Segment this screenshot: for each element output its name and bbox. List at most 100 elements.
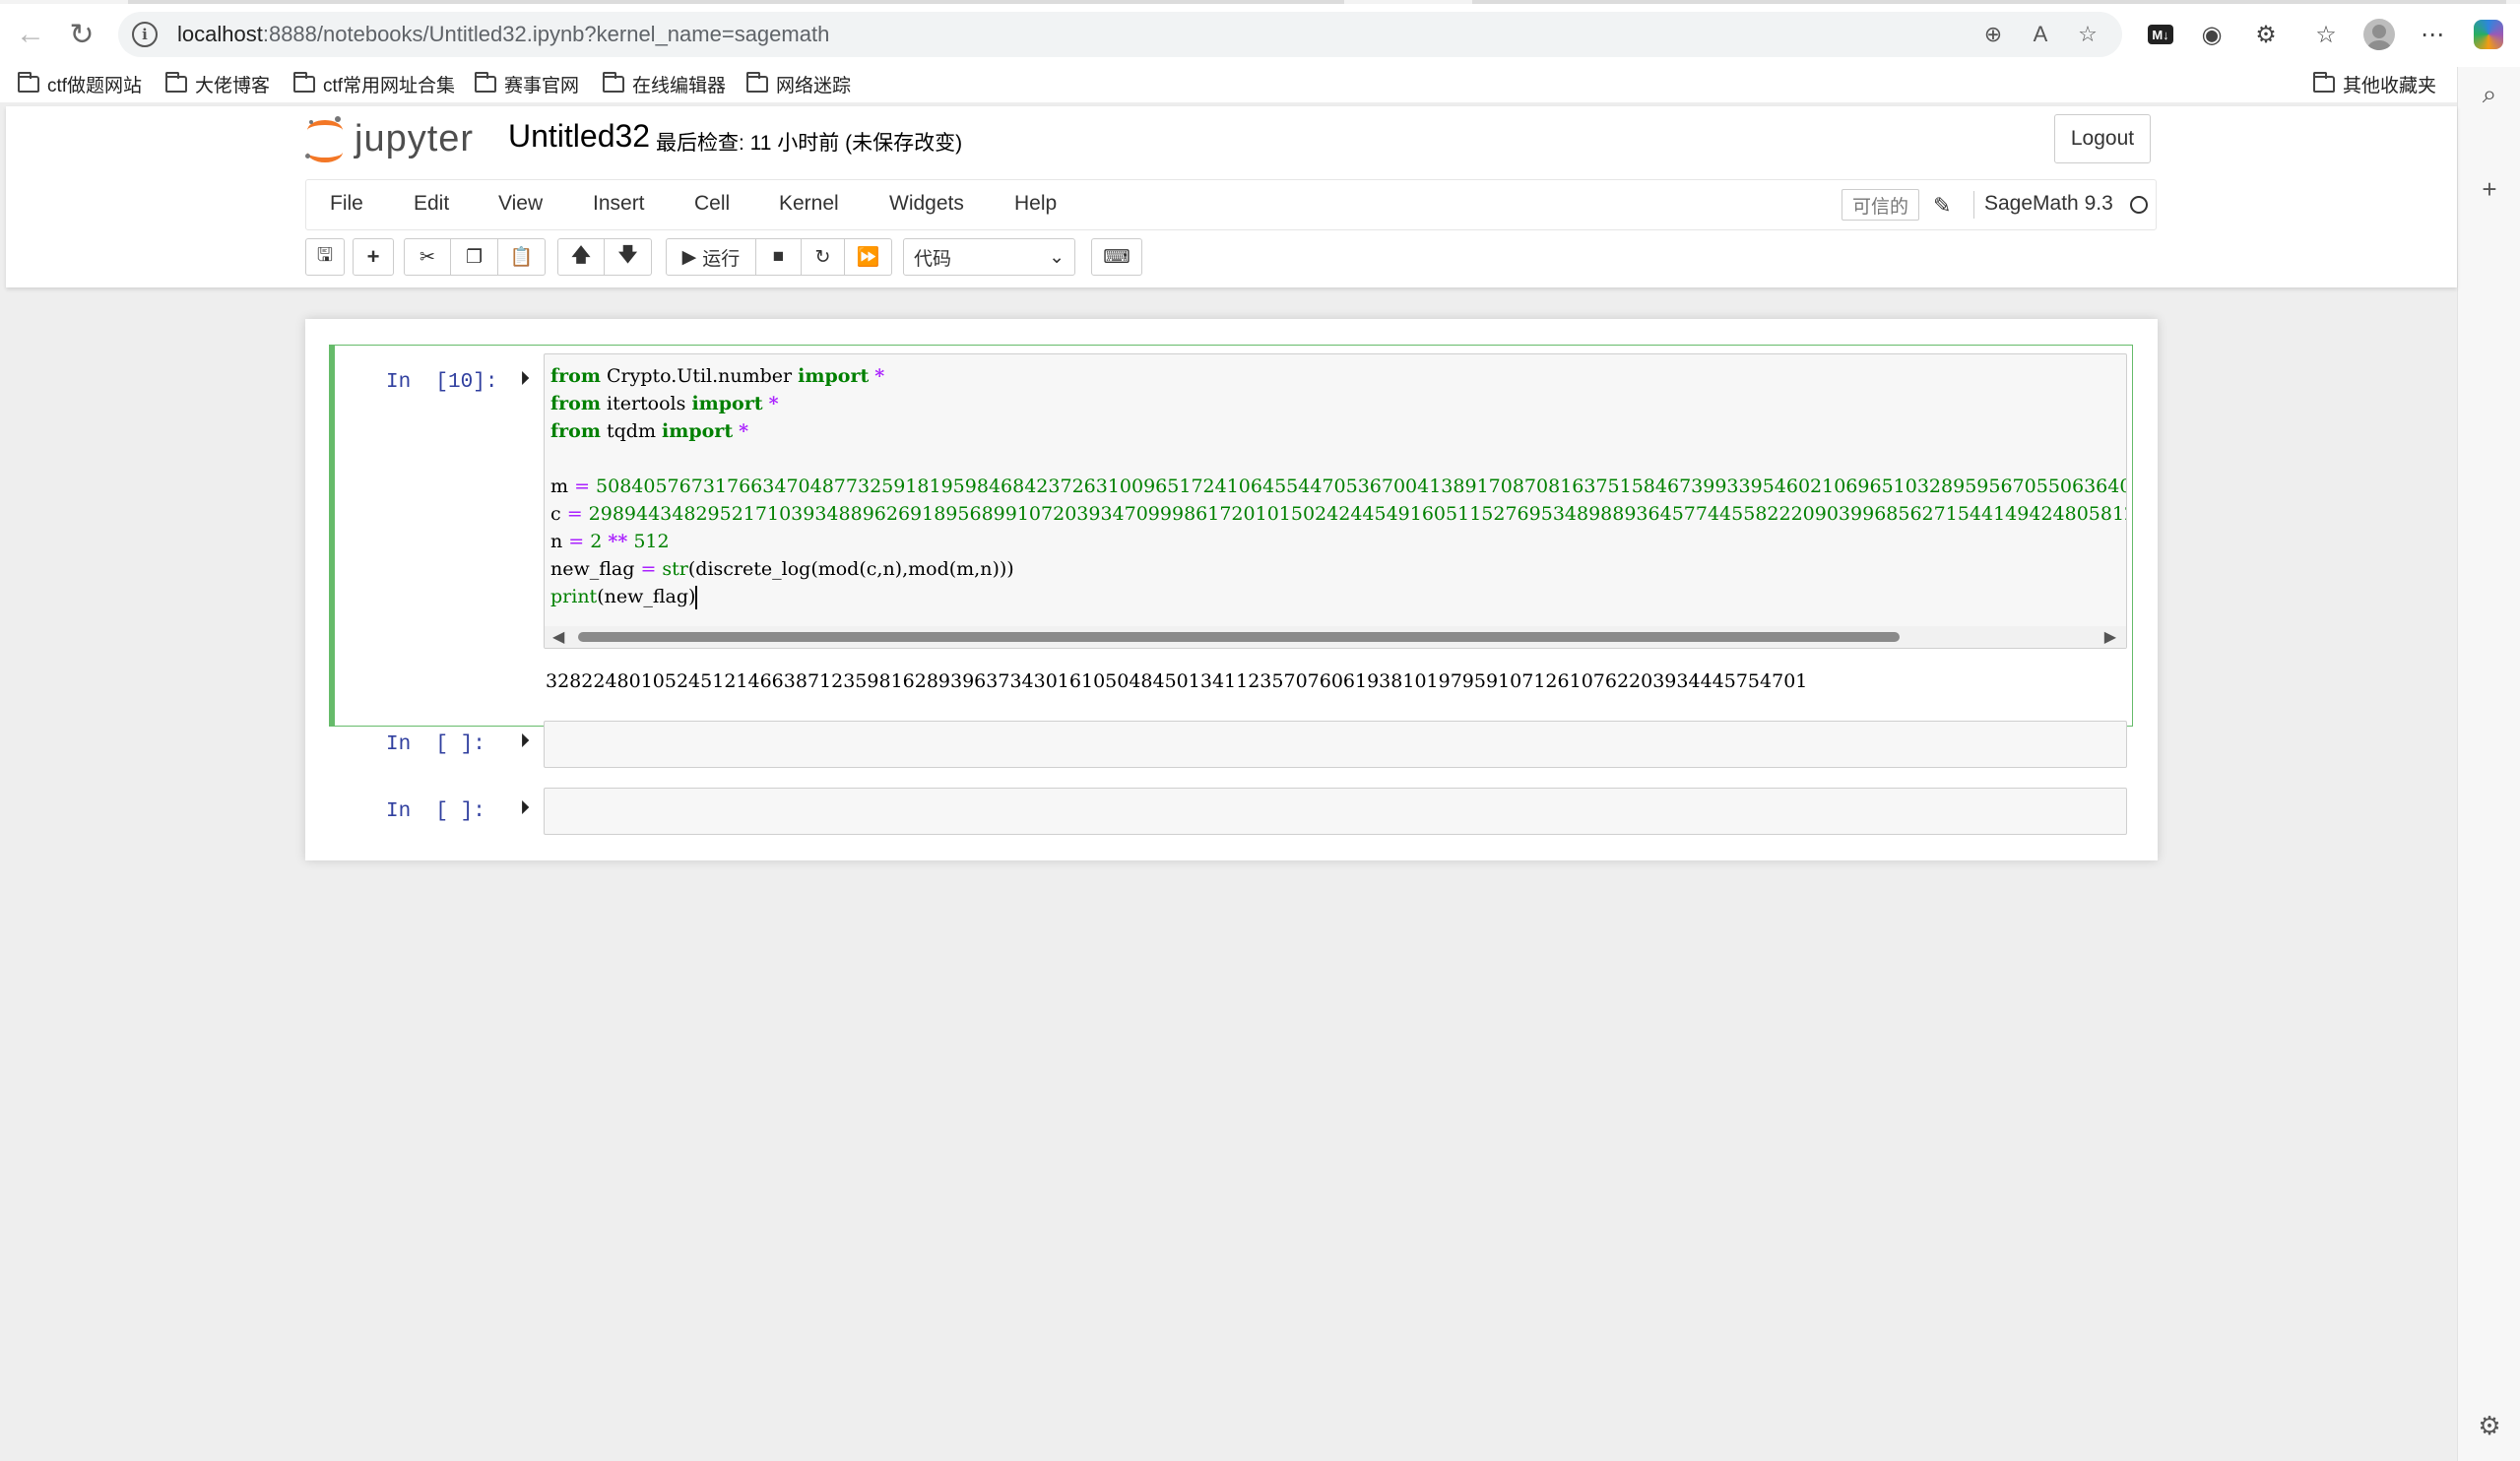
move-down-button[interactable]: 🡇 xyxy=(605,238,652,276)
menu-file[interactable]: File xyxy=(330,192,363,216)
address-bar[interactable]: i localhost:8888/notebooks/Untitled32.ip… xyxy=(118,12,2122,57)
code-cell[interactable]: In [ ]: ⏵ xyxy=(329,707,2133,772)
scrollbar-thumb[interactable] xyxy=(578,632,1900,642)
trusted-indicator[interactable]: 可信的 xyxy=(1842,189,1920,221)
run-button[interactable]: ▶ 运行 xyxy=(666,238,756,276)
insert-cell-button[interactable]: + xyxy=(353,238,394,276)
copy-button[interactable]: ❐ xyxy=(451,238,498,276)
cell-type-value: 代码 xyxy=(914,248,952,270)
search-icon[interactable]: ⌕ xyxy=(2476,79,2503,108)
arrow-up-icon: 🡅 xyxy=(571,245,591,266)
text-cursor xyxy=(695,586,698,609)
save-button[interactable]: 🖫 xyxy=(305,238,345,276)
kernel-name[interactable]: SageMath 9.3 xyxy=(1984,192,2113,216)
code-editor[interactable] xyxy=(544,721,2127,768)
code-cell[interactable]: In [10]: ⏵ from Crypto.Util.number impor… xyxy=(329,345,2133,727)
folder-icon xyxy=(165,72,187,93)
bookmark-folder[interactable]: 大佬博客 xyxy=(165,71,270,97)
code-cell[interactable]: In [ ]: ⏵ xyxy=(329,774,2133,839)
code-line: print(new_flag) xyxy=(550,586,698,609)
stop-icon: ■ xyxy=(772,246,785,267)
cell-prompt: In [ ]: xyxy=(386,733,485,756)
pencil-icon[interactable]: ✎ xyxy=(1933,193,1951,219)
code-editor[interactable]: from Crypto.Util.number import * from it… xyxy=(544,353,2127,649)
cell-prompt: In [ ]: xyxy=(386,800,485,823)
fast-forward-icon: ⏩ xyxy=(856,247,880,268)
favorites-icon[interactable]: ☆ xyxy=(2308,17,2344,52)
kernel-idle-indicator-icon xyxy=(2130,196,2148,214)
folder-icon xyxy=(18,72,39,93)
notebook-title[interactable]: Untitled32 xyxy=(508,118,650,155)
favorite-star-icon[interactable]: ☆ xyxy=(2073,20,2102,49)
run-cell-icon[interactable]: ⏵ xyxy=(520,730,530,753)
zoom-icon[interactable]: ⊕ xyxy=(1978,20,2008,49)
scroll-right-arrow-icon[interactable]: ▶ xyxy=(2104,627,2116,647)
cell-output: 3282248010524512146638712359816289396373… xyxy=(546,670,1808,692)
folder-icon xyxy=(603,72,624,93)
copilot-icon[interactable] xyxy=(2474,20,2503,49)
cut-button[interactable]: ✂ xyxy=(404,238,451,276)
kernel-divider xyxy=(1973,191,1974,219)
code-line: n = 2 ** 512 xyxy=(550,531,670,552)
extension-circle-icon[interactable]: ◉ xyxy=(2194,17,2229,52)
menu-edit[interactable]: Edit xyxy=(414,192,449,216)
folder-icon xyxy=(2313,72,2335,93)
arrow-down-icon: 🡇 xyxy=(617,245,638,266)
paste-button[interactable]: 📋 xyxy=(498,238,546,276)
run-cell-icon[interactable]: ⏵ xyxy=(520,797,530,820)
code-line: from itertools import * xyxy=(550,393,779,414)
back-arrow-icon[interactable]: ← xyxy=(14,18,47,51)
folder-icon xyxy=(746,72,768,93)
menu-widgets[interactable]: Widgets xyxy=(889,192,964,216)
scroll-left-arrow-icon[interactable]: ◀ xyxy=(552,627,564,647)
command-palette-button[interactable]: ⌨ xyxy=(1091,238,1142,276)
logout-button[interactable]: Logout xyxy=(2054,114,2151,163)
restart-run-all-button[interactable]: ⏩ xyxy=(845,238,892,276)
code-line: from tqdm import * xyxy=(550,420,749,442)
code-line: from Crypto.Util.number import * xyxy=(550,365,885,387)
code-text[interactable]: from Crypto.Util.number import * from it… xyxy=(550,362,2127,610)
read-aloud-icon[interactable]: A xyxy=(2026,20,2055,49)
tab-strip xyxy=(0,0,2520,4)
checkpoint-status: 最后检查: 11 小时前 (未保存改变) xyxy=(656,132,963,155)
bookmarks-bar: ctf做题网站 大佬博客 ctf常用网址合集 赛事官网 在线编辑器 网络迷踪 其… xyxy=(0,67,2462,102)
folder-icon xyxy=(293,72,315,93)
bookmark-folder[interactable]: 网络迷踪 xyxy=(746,71,851,97)
play-icon: ▶ xyxy=(681,246,697,268)
chevron-down-icon: ⌄ xyxy=(1049,246,1065,268)
code-editor[interactable] xyxy=(544,788,2127,835)
settings-gear-icon[interactable]: ⚙ xyxy=(2476,1411,2503,1440)
jupyter-logo-icon xyxy=(305,116,345,162)
add-icon[interactable]: + xyxy=(2476,174,2503,204)
restart-button[interactable]: ↻ xyxy=(802,238,845,276)
url-text[interactable]: localhost:8888/notebooks/Untitled32.ipyn… xyxy=(177,22,829,47)
reload-icon[interactable]: ↻ xyxy=(65,18,98,51)
menu-cell[interactable]: Cell xyxy=(694,192,730,216)
run-cell-icon[interactable]: ⏵ xyxy=(520,368,530,391)
other-bookmarks-folder[interactable]: 其他收藏夹 xyxy=(2313,71,2436,97)
jupyter-logo[interactable]: jupyter xyxy=(305,116,475,162)
menu-insert[interactable]: Insert xyxy=(593,192,645,216)
menu-view[interactable]: View xyxy=(498,192,543,216)
menu-kernel[interactable]: Kernel xyxy=(779,192,839,216)
extensions-puzzle-icon[interactable]: ⚙ xyxy=(2248,17,2284,52)
bookmark-folder[interactable]: 赛事官网 xyxy=(475,71,579,97)
horizontal-scrollbar[interactable]: ◀ ▶ xyxy=(545,626,2126,648)
interrupt-button[interactable]: ■ xyxy=(756,238,802,276)
more-menu-icon[interactable]: ⋯ xyxy=(2415,17,2450,52)
code-line: new_flag = str(discrete_log(mod(c,n),mod… xyxy=(550,558,1014,580)
code-line-m: m = 508405767317663470487732591819598468… xyxy=(550,476,2127,497)
code-line-c: c = 298944348295217103934889626918956899… xyxy=(550,503,2127,525)
save-icon: 🖫 xyxy=(316,245,334,266)
bookmark-folder[interactable]: ctf做题网站 xyxy=(18,71,142,97)
bookmark-folder[interactable]: ctf常用网址合集 xyxy=(293,71,455,97)
markdown-extension-icon[interactable]: M↓ xyxy=(2148,25,2173,44)
jupyter-logo-text: jupyter xyxy=(355,117,475,159)
menu-help[interactable]: Help xyxy=(1014,192,1057,216)
profile-avatar[interactable] xyxy=(2363,19,2395,50)
cell-type-select[interactable]: 代码 ⌄ xyxy=(903,238,1075,276)
move-up-button[interactable]: 🡅 xyxy=(557,238,605,276)
site-info-icon[interactable]: i xyxy=(132,22,158,47)
notebook-container: In [10]: ⏵ from Crypto.Util.number impor… xyxy=(305,319,2158,860)
bookmark-folder[interactable]: 在线编辑器 xyxy=(603,71,726,97)
